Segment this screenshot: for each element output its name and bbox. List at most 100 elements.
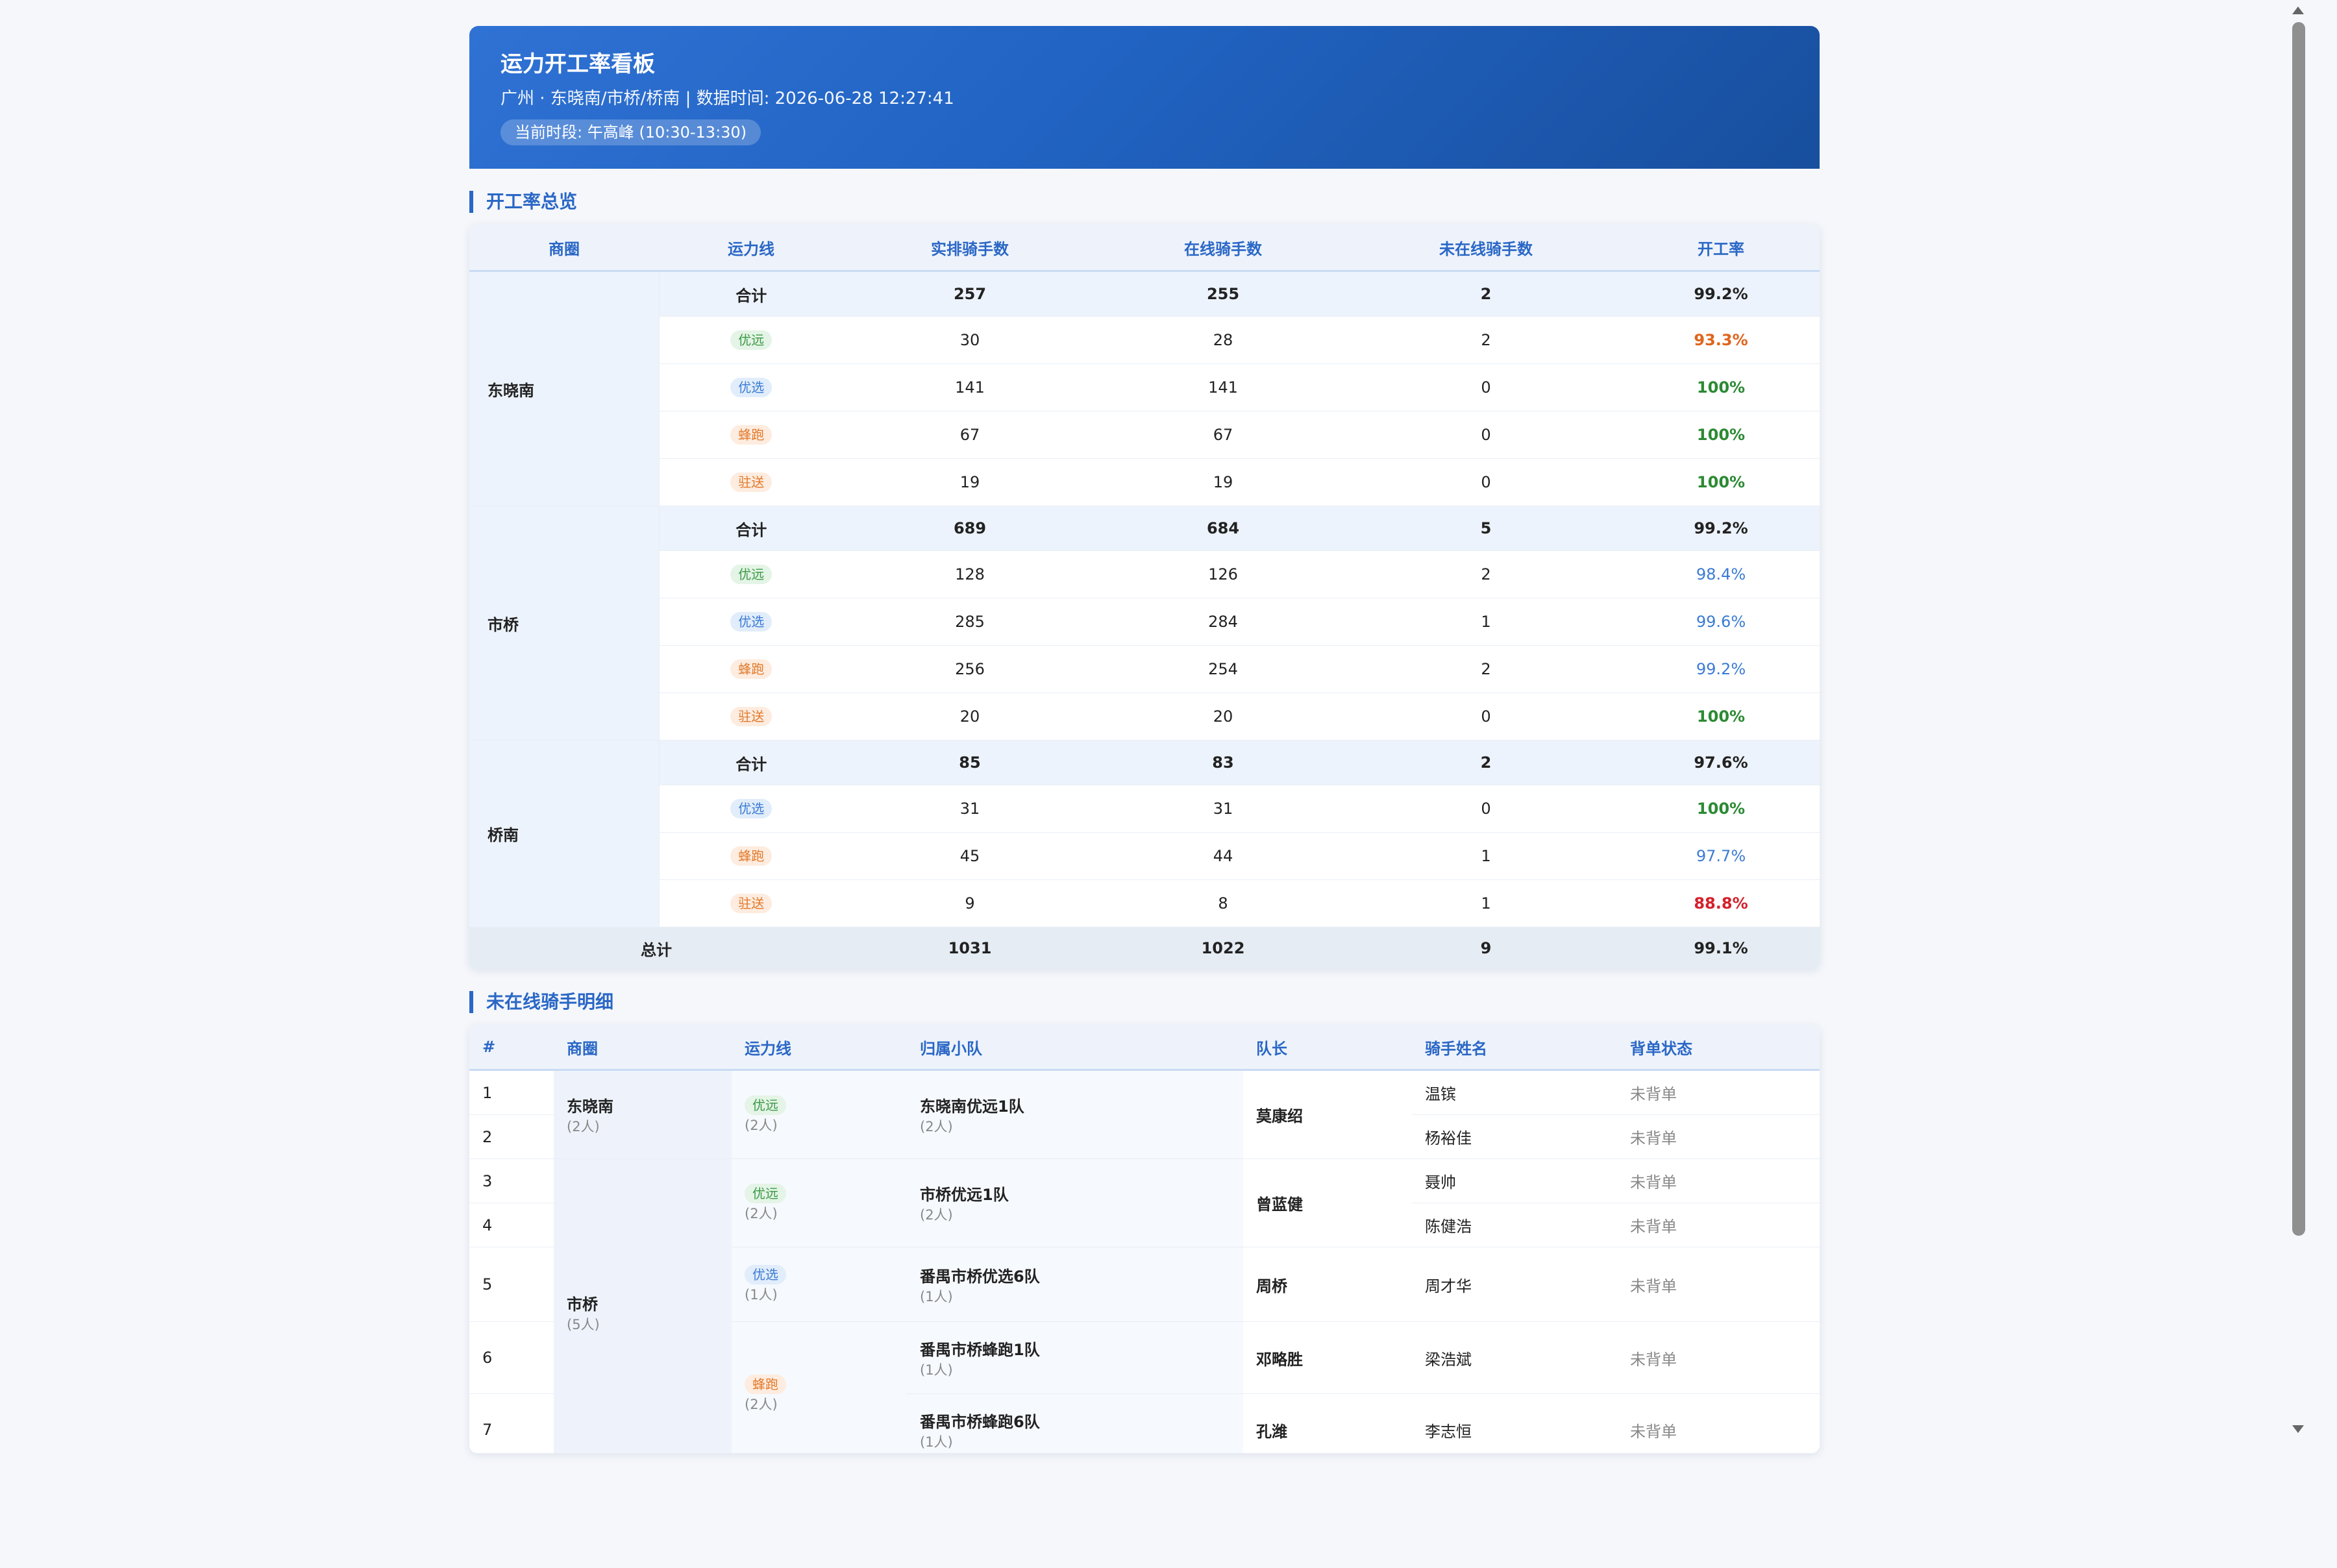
line-tag-wrap: 优选 [745, 1265, 906, 1284]
offline-count: 0 [1350, 785, 1622, 833]
offline-count: 1 [1350, 598, 1622, 646]
scrollbar-thumb[interactable] [2292, 22, 2305, 1236]
online-count: 141 [1096, 363, 1350, 411]
offline-count: 2 [1350, 645, 1622, 693]
rider-name: 杨裕佳 [1412, 1114, 1617, 1159]
row-number: 6 [469, 1321, 554, 1394]
dashboard-page: 运力开工率看板 广州 · 东晓南/市桥/桥南 | 数据时间: 2026-06-2… [469, 26, 1820, 1453]
order-status: 未背单 [1617, 1393, 1820, 1453]
line-cell: 优远 [659, 550, 843, 598]
captain-name: 邓略胜 [1243, 1321, 1412, 1394]
rate-cell: 97.6% [1622, 740, 1820, 785]
rate-value: 99.2% [1694, 285, 1748, 303]
table-row: 优选 285 284 1 99.6% [469, 598, 1820, 646]
rate-cell: 100% [1622, 458, 1820, 506]
rate-value: 100% [1696, 473, 1746, 491]
scroll-down-arrow-icon[interactable] [2292, 1425, 2304, 1433]
total-rate: 99.1% [1622, 927, 1820, 969]
table-row: 优远 128 126 2 98.4% [469, 550, 1820, 598]
line-cell: 驻送 [659, 692, 843, 741]
total-online: 1022 [1096, 927, 1350, 969]
order-status: 未背单 [1617, 1247, 1820, 1322]
rider-name: 李志恒 [1412, 1393, 1617, 1453]
line-cell: 优远 (2人) [732, 1070, 907, 1159]
line-tag: 驻送 [730, 707, 773, 726]
area-name: 桥南 [469, 740, 660, 927]
online-count: 31 [1096, 785, 1350, 833]
line-cell: 蜂跑 [659, 832, 843, 880]
total-label: 总计 [469, 927, 843, 969]
team-cell: 市桥优远1队 (2人) [907, 1158, 1243, 1247]
row-number: 5 [469, 1247, 554, 1322]
status-text: 未背单 [1630, 1129, 1677, 1147]
scheduled-count: 285 [843, 598, 1096, 646]
area-name: 市桥 [567, 1295, 598, 1314]
offline-header-row: # 商圈 运力线 归属小队 队长 骑手姓名 背单状态 [469, 1025, 1820, 1071]
scheduled-count: 689 [843, 506, 1096, 551]
online-count: 67 [1096, 411, 1350, 459]
line-tag: 驻送 [730, 894, 773, 913]
count-label: (2人) [920, 1119, 953, 1134]
column-header: 运力线 [732, 1025, 907, 1071]
count-label: (5人) [567, 1316, 600, 1332]
line-cell: 优选 (1人) [732, 1247, 907, 1322]
rate-value: 88.8% [1694, 894, 1748, 913]
scheduled-count: 30 [843, 316, 1096, 364]
rate-cell: 99.2% [1622, 506, 1820, 551]
rate-value: 100% [1696, 378, 1746, 397]
online-count: 255 [1096, 271, 1350, 317]
rate-value: 100% [1696, 426, 1746, 444]
team-cell: 东晓南优远1队 (2人) [907, 1070, 1243, 1159]
page-scrollbar[interactable] [2290, 0, 2308, 1438]
offline-count: 2 [1350, 271, 1622, 317]
line-tag: 蜂跑 [730, 846, 773, 866]
line-cell: 合计 [659, 740, 843, 785]
scheduled-count: 257 [843, 271, 1096, 317]
line-tag: 优远 [745, 1183, 786, 1203]
order-status: 未背单 [1617, 1158, 1820, 1203]
table-row: 优选 31 31 0 100% [469, 785, 1820, 833]
line-tag: 优远 [745, 1095, 786, 1115]
area-name: 市桥 [469, 506, 660, 741]
offline-count: 0 [1350, 411, 1622, 459]
line-tag-wrap: 蜂跑 [745, 1374, 906, 1394]
line-tag: 优选 [730, 799, 773, 818]
captain-name: 周桥 [1243, 1247, 1412, 1322]
status-text: 未背单 [1630, 1085, 1677, 1103]
rate-cell: 100% [1622, 692, 1820, 741]
column-header: 实排骑手数 [843, 225, 1096, 272]
line-cell: 优远 (2人) [732, 1158, 907, 1247]
overview-table: 商圈 运力线 实排骑手数 在线骑手数 未在线骑手数 开工率 东晓南 合计 257 255 2 99.… [469, 225, 1820, 969]
online-count: 126 [1096, 550, 1350, 598]
column-header: # [469, 1025, 554, 1071]
rate-cell: 93.3% [1622, 316, 1820, 364]
line-cell: 合计 [659, 271, 843, 317]
total-offline: 9 [1350, 927, 1622, 969]
line-tag-wrap: 优远 [745, 1095, 906, 1115]
rate-value: 99.2% [1696, 660, 1746, 678]
count-label: (2人) [567, 1119, 600, 1134]
online-count: 44 [1096, 832, 1350, 880]
order-status: 未背单 [1617, 1203, 1820, 1247]
offline-count: 0 [1350, 692, 1622, 741]
period-badge: 当前时段: 午高峰 (10:30-13:30) [501, 119, 761, 145]
grand-total-row: 总计 1031 1022 9 99.1% [469, 927, 1820, 969]
rate-cell: 100% [1622, 411, 1820, 459]
team-name: 番禺市桥蜂跑1队 [920, 1340, 1040, 1359]
line-tag: 优选 [730, 378, 773, 397]
total-scheduled: 1031 [843, 927, 1096, 969]
line-tag: 驻送 [730, 472, 773, 492]
offline-table: # 商圈 运力线 归属小队 队长 骑手姓名 背单状态 1 东晓南 (2人) 优远 (2人) 东晓南优远… [469, 1025, 1820, 1453]
rate-value: 98.4% [1696, 565, 1746, 583]
line-tag: 蜂跑 [730, 425, 773, 445]
status-text: 未背单 [1630, 1350, 1677, 1369]
row-number: 2 [469, 1114, 554, 1159]
team-cell: 番禺市桥蜂跑1队 (1人) [907, 1321, 1243, 1394]
scheduled-count: 31 [843, 785, 1096, 833]
captain-name: 莫康绍 [1243, 1070, 1412, 1159]
scroll-up-arrow-icon[interactable] [2292, 6, 2304, 14]
table-row: 蜂跑 67 67 0 100% [469, 411, 1820, 459]
offline-section-title: 未在线骑手明细 [469, 991, 1820, 1013]
offline-count: 2 [1350, 316, 1622, 364]
table-row: 驻送 19 19 0 100% [469, 458, 1820, 506]
